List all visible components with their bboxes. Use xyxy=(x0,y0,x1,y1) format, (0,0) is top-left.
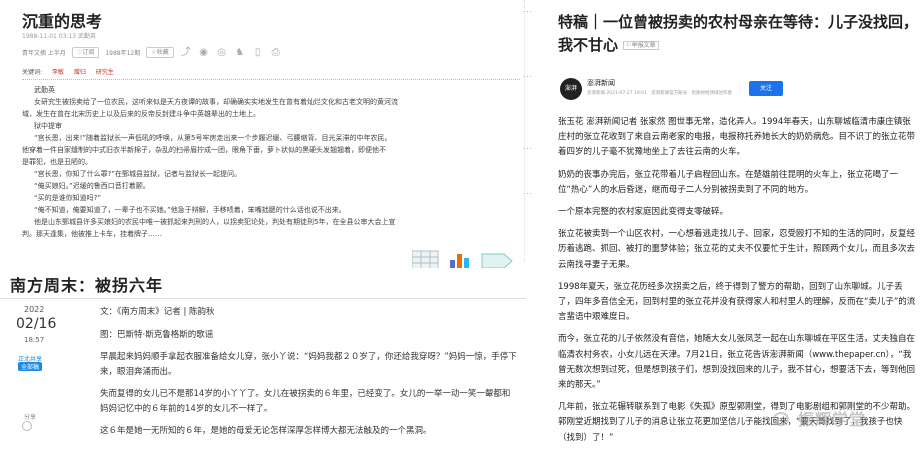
article-meta: 1988-11-01 03:13 武勤英 xyxy=(22,33,96,40)
article-title: 南方周末：被拐六年 xyxy=(10,276,164,295)
subscribe-button[interactable]: ♡订阅 xyxy=(71,46,100,58)
byline: 文：《南方周末》记者 | 陈韵秋 xyxy=(100,307,215,317)
date-year: 2022 xyxy=(24,305,45,314)
bar-chart-icon xyxy=(450,254,469,269)
date-time: 18:57 xyxy=(24,336,45,344)
source-name[interactable]: 澎湃新闻 xyxy=(587,78,615,88)
divider xyxy=(0,298,526,299)
share-label: 分享 xyxy=(24,414,37,421)
follow-button[interactable]: 关注 xyxy=(749,81,783,96)
article-toolbar: 青年文摘 上半月 ♡订阅 1988年12期 ☆收藏 ⤴ ◉ ◎ ♞ ▯ ⎙ xyxy=(22,45,282,59)
article-body: 武勤英 女研究生被拐卖给了一位农民，这听来似是天方夜谭的故事，却确确实实地发生在… xyxy=(22,86,398,238)
report-button[interactable]: ⚐举报文章 xyxy=(623,41,659,50)
share-icon[interactable] xyxy=(22,421,32,431)
watermark: 振辉学堂 xyxy=(798,410,867,429)
divider xyxy=(22,79,520,80)
article-body: 文：《南方周末》记者 | 陈韵秋 图：巴斯特·斯克鲁格斯的歌谣 早晨起来妈妈顺手… xyxy=(100,307,517,436)
qq-icon[interactable]: ♞ xyxy=(234,47,246,58)
share-icon[interactable]: ⤴ xyxy=(180,47,192,58)
source-logo: 澎湃 xyxy=(560,78,582,100)
source-meta: 澎湃新闻 2021-07-27 19:01 · 澎湃新闻官方账号 · 优质财经领… xyxy=(587,91,733,96)
spreadsheet-icon xyxy=(412,250,439,270)
keywords-row: 关键词: 李敏 赠归 研究生 xyxy=(22,69,114,76)
article-title: 沉重的思考 xyxy=(22,12,103,31)
document-icons xyxy=(412,250,513,270)
wechat-icon[interactable]: ◎ xyxy=(216,47,228,58)
divider xyxy=(532,0,543,468)
weibo-icon[interactable]: ◉ xyxy=(198,47,210,58)
article-panel-thepaper: 特稿｜一位曾被拐卖的农村母亲在等待：儿子没找回，我不甘心 ⚐举报文章 澎湃 澎湃… xyxy=(543,8,920,468)
favorite-button[interactable]: ☆收藏 xyxy=(146,46,174,58)
category-badge[interactable]: 全部稿 xyxy=(18,362,43,371)
article-title: 特稿｜一位曾被拐卖的农村母亲在等待：儿子没找回，我不甘心 ⚐举报文章 xyxy=(558,13,919,54)
magazine-link[interactable]: 青年文摘 上半月 xyxy=(22,48,66,57)
arrow-icon xyxy=(481,253,513,269)
keyword-link[interactable]: 李敏 xyxy=(52,69,64,76)
article-body: 张玉花 澎湃新闻记者 张家然 图世事无常，造化弄人。1994年春天，山东聊城临清… xyxy=(558,117,916,443)
date-month-day: 02/16 xyxy=(16,316,57,332)
phone-icon[interactable]: ▯ xyxy=(252,47,264,58)
issue-link[interactable]: 1988年12期 xyxy=(105,48,140,57)
keyword-link[interactable]: 研究生 xyxy=(96,69,114,76)
watermark-icon xyxy=(773,412,789,426)
image-credit: 图：巴斯特·斯克鲁格斯的歌谣 xyxy=(100,329,214,340)
keyword-link[interactable]: 赠归 xyxy=(74,69,86,76)
article-panel-thinking: 沉重的思考 1988-11-01 03:13 武勤英 青年文摘 上半月 ♡订阅 … xyxy=(0,0,532,262)
divider xyxy=(524,0,525,262)
article-panel-southern-weekly: 南方周末：被拐六年 2022 02/16 18:57 正北共享 全部稿 分享 文… xyxy=(0,268,526,468)
print-icon[interactable]: ⎙ xyxy=(270,47,282,58)
